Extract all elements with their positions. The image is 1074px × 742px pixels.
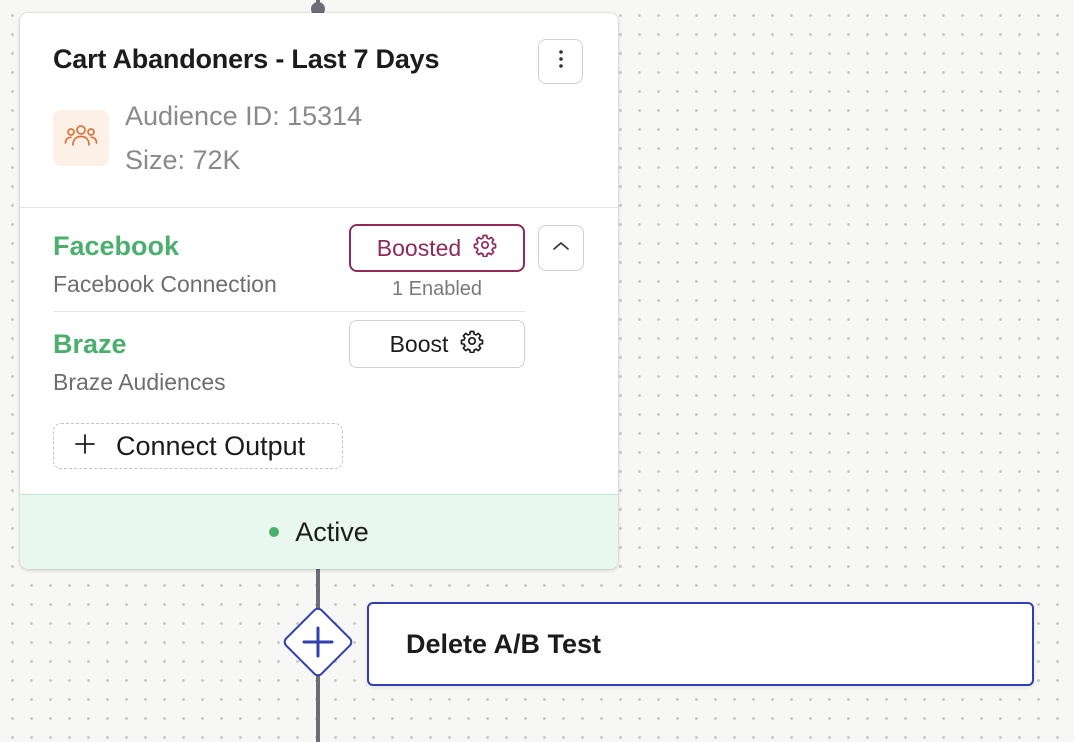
collapse-outputs-button[interactable] xyxy=(538,225,584,271)
flow-connector-bottom xyxy=(316,676,320,742)
status-label: Active xyxy=(295,516,369,547)
delete-ab-test-label: Delete A/B Test xyxy=(406,628,602,659)
boosted-button[interactable]: Boosted xyxy=(349,224,525,272)
more-vertical-icon xyxy=(558,49,564,74)
chevron-up-icon xyxy=(552,239,570,257)
output-name[interactable]: Braze xyxy=(53,329,127,360)
card-header: Cart Abandoners - Last 7 Days Audience I… xyxy=(20,13,618,208)
boost-button-label: Boosted xyxy=(376,234,462,261)
connect-output-label: Connect Output xyxy=(116,430,306,461)
plus-icon xyxy=(74,431,96,462)
status-footer: Active xyxy=(20,494,618,569)
output-name[interactable]: Facebook xyxy=(53,231,179,262)
more-options-button[interactable] xyxy=(538,39,583,84)
output-row-braze: Braze Braze Audiences Boost xyxy=(53,320,525,401)
audience-size: Size: 72K xyxy=(125,145,241,175)
audience-node-card[interactable]: Cart Abandoners - Last 7 Days Audience I… xyxy=(20,13,618,569)
audience-icon-box xyxy=(53,110,109,166)
output-connection: Braze Audiences xyxy=(53,369,226,395)
delete-ab-test-button[interactable]: Delete A/B Test xyxy=(367,602,1034,686)
users-icon xyxy=(64,121,98,156)
enabled-count: 1 Enabled xyxy=(391,278,483,300)
boost-button-label: Boost xyxy=(389,330,449,357)
output-row-facebook: Facebook Facebook Connection Boosted 1 E… xyxy=(53,223,525,312)
boost-button[interactable]: Boost xyxy=(349,320,525,368)
plus-icon xyxy=(301,625,335,659)
connect-output-button[interactable]: Connect Output xyxy=(53,423,343,469)
gear-icon xyxy=(473,233,497,263)
gear-icon xyxy=(460,329,484,359)
add-node-button[interactable] xyxy=(281,605,355,679)
status-dot-icon xyxy=(269,527,280,537)
audience-id: Audience ID: 15314 xyxy=(125,101,363,131)
output-connection: Facebook Connection xyxy=(53,271,277,297)
audience-title: Cart Abandoners - Last 7 Days xyxy=(53,44,440,74)
